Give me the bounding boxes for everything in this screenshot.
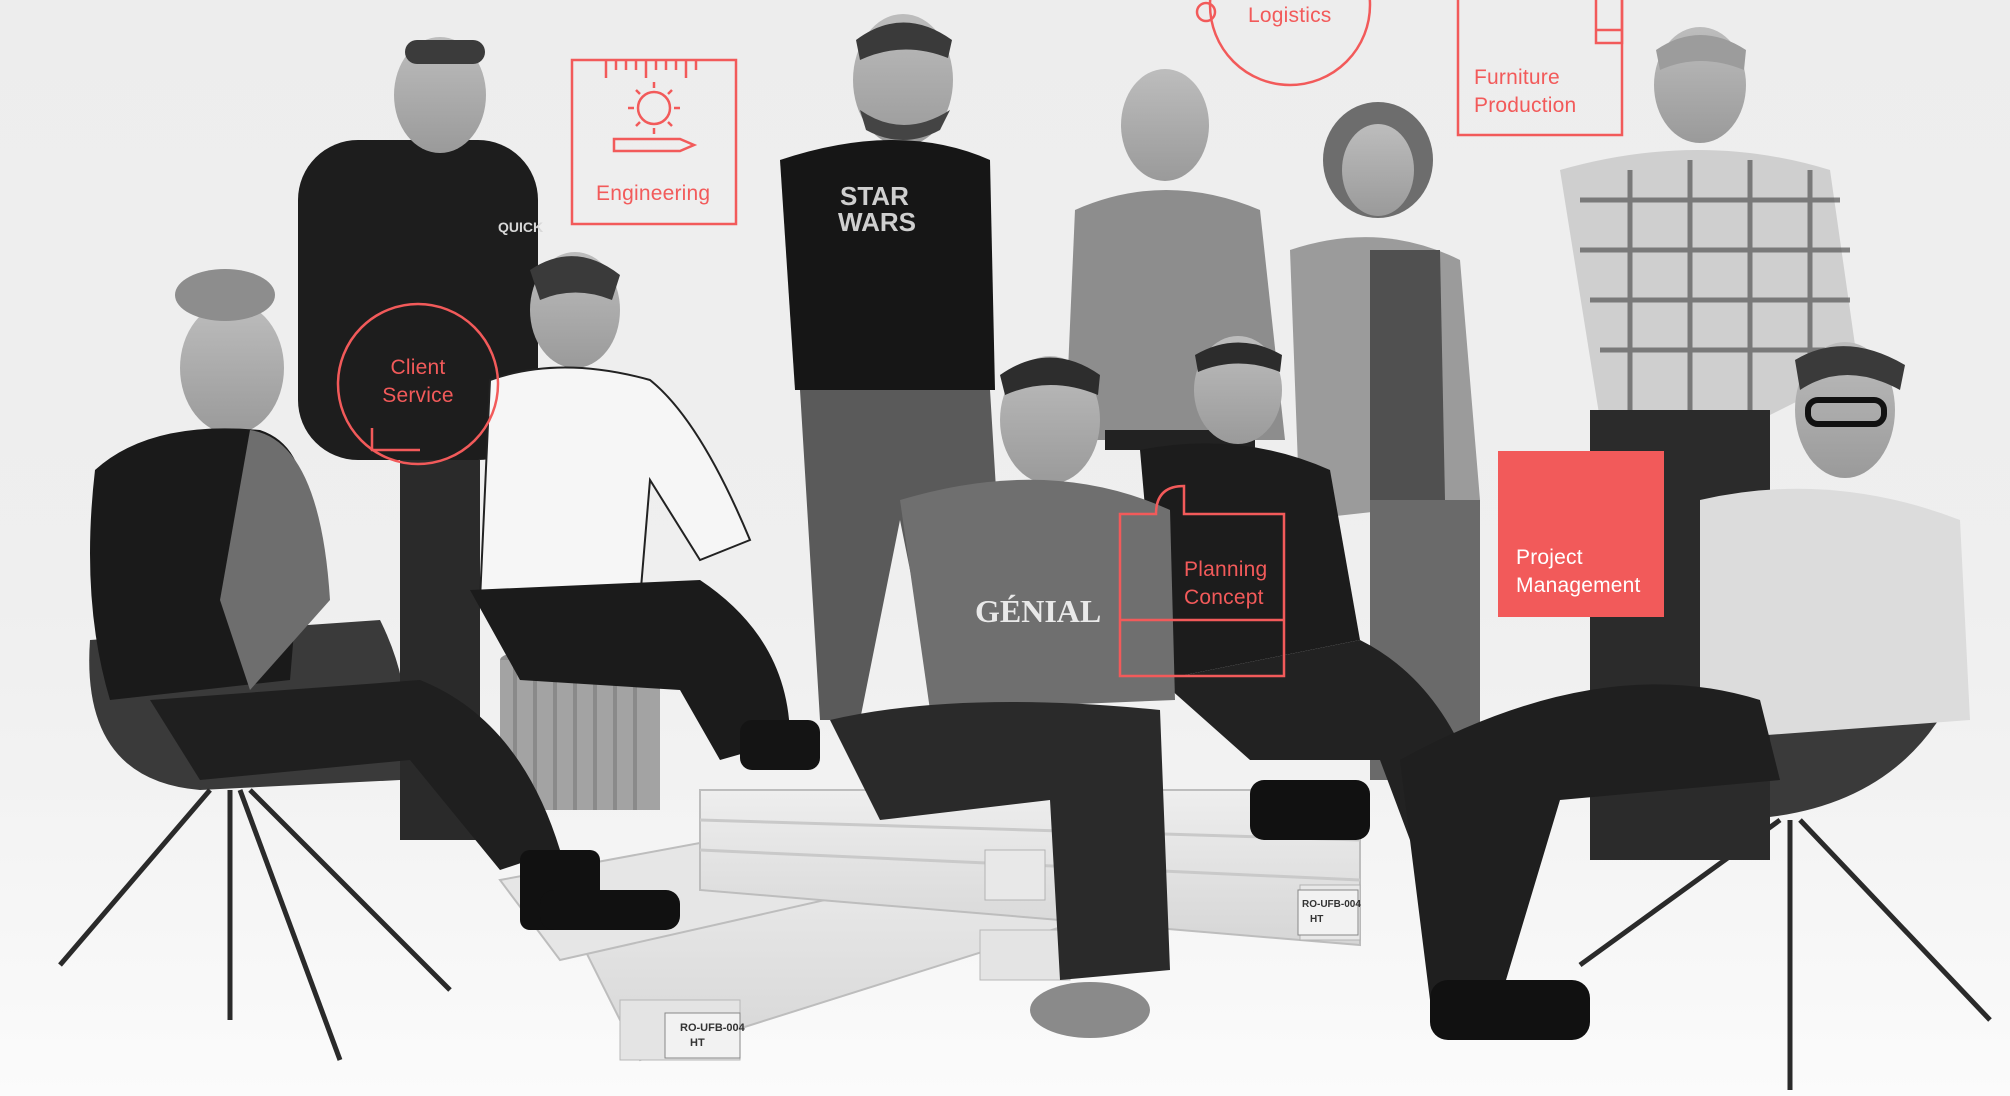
label-furniture-production: Furniture Production [1474, 66, 1577, 117]
pallet-stamp-right: RO-UFB-004 HT [1297, 889, 1361, 936]
starwars-print: STAR WARS [838, 181, 916, 237]
pallet-stamp-front: RO-UFB-004 HT [664, 1012, 746, 1059]
label-engineering: Engineering [596, 182, 711, 205]
label-logistics: Logistics [1248, 4, 1332, 27]
hoodie-brand-print: QUICK [498, 219, 543, 235]
genial-print: GÉNIAL [975, 593, 1101, 629]
label-project-management: Project Management [1516, 546, 1641, 597]
team-photo: QUICK STAR WARS GÉNIAL RO-UFB-004 HT RO-… [0, 0, 2010, 1096]
label-planning-concept: Planning Concept [1184, 558, 1268, 609]
photo-layer: QUICK STAR WARS GÉNIAL RO-UFB-004 HT RO-… [58, 0, 1992, 1090]
label-client-service: Client Service [382, 356, 454, 407]
